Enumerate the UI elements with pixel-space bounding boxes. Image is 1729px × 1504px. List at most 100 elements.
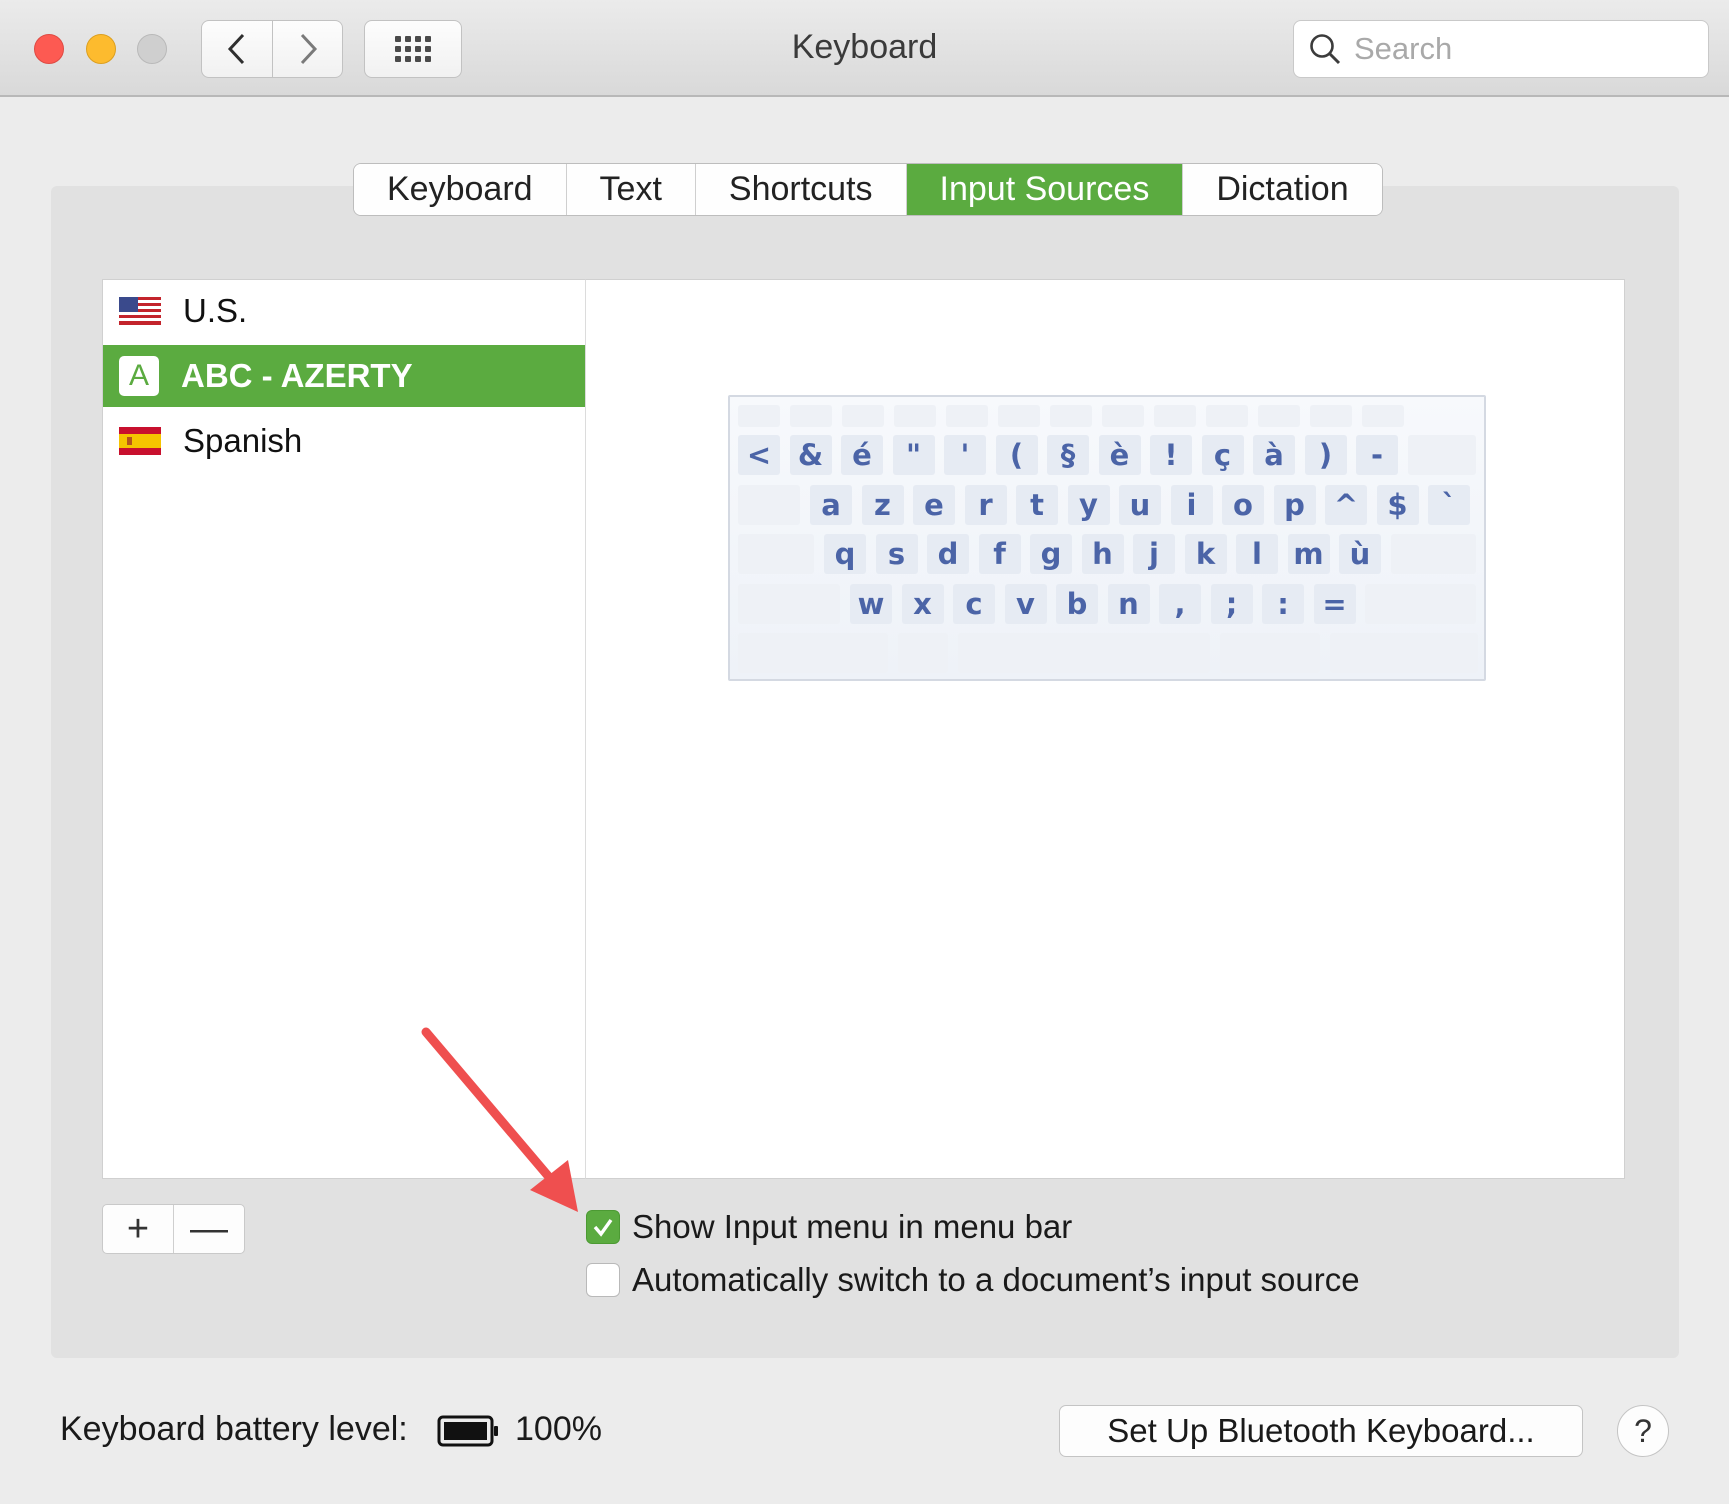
keyboard-key: l: [1236, 534, 1278, 574]
keyboard-key: =: [1313, 584, 1356, 624]
search-input[interactable]: [1354, 31, 1684, 67]
keyboard-key: ;: [1210, 584, 1253, 624]
spain-flag-icon: [119, 427, 161, 455]
keyboard-key: n: [1107, 584, 1150, 624]
keyboard-key: é: [841, 435, 883, 475]
blank-key: [1154, 405, 1196, 427]
blank-key: [1310, 405, 1352, 427]
keyboard-key: <: [738, 435, 780, 475]
battery-level-label: Keyboard battery level:: [60, 1410, 408, 1448]
auto-switch-option[interactable]: Automatically switch to a document’s inp…: [586, 1261, 1360, 1299]
input-source-abc-azerty[interactable]: A ABC - AZERTY: [103, 345, 585, 407]
keyboard-key: g: [1030, 534, 1072, 574]
keyboard-key: $: [1376, 485, 1419, 525]
blank-key: [1206, 405, 1248, 427]
modifier-key: [738, 584, 840, 624]
keyboard-key: i: [1170, 485, 1213, 525]
keyboard-key: h: [1081, 534, 1124, 574]
keyboard-key: c: [953, 584, 995, 624]
keyboard-key: z: [861, 485, 904, 525]
remove-input-source-button[interactable]: —: [174, 1205, 244, 1253]
show-input-menu-checkbox[interactable]: [586, 1210, 620, 1244]
show-input-menu-label: Show Input menu in menu bar: [632, 1208, 1073, 1245]
blank-key: [1330, 633, 1478, 673]
blank-key: [738, 633, 888, 673]
blank-key: [894, 405, 936, 427]
keyboard-key: s: [875, 534, 918, 574]
blank-key: [1102, 405, 1144, 427]
keyboard-key: k: [1184, 534, 1227, 574]
keyboard-key: t: [1016, 485, 1058, 525]
blank-key: [1258, 405, 1300, 427]
keyboard-key: o: [1222, 485, 1264, 525]
input-source-spanish[interactable]: Spanish: [103, 410, 585, 472]
keyboard-key: x: [901, 584, 944, 624]
modifier-key: [738, 534, 814, 574]
modifier-key: [1365, 584, 1476, 624]
keyboard-key: r: [964, 485, 1007, 525]
keyboard-key: ç: [1201, 435, 1244, 475]
blank-key: [790, 405, 832, 427]
keyboard-key: `: [1428, 485, 1470, 525]
red-arrow-annotation: [421, 1027, 578, 1212]
blank-key: [946, 405, 988, 427]
blank-key: [998, 405, 1040, 427]
blank-key: [898, 633, 948, 673]
keyboard-key: à: [1253, 435, 1295, 475]
auto-switch-label: Automatically switch to a document’s inp…: [632, 1261, 1360, 1298]
keyboard-key: u: [1119, 485, 1161, 525]
input-source-us[interactable]: U.S.: [103, 280, 585, 342]
keyboard-key: è: [1098, 435, 1141, 475]
keyboard-key: e: [913, 485, 955, 525]
auto-switch-checkbox[interactable]: [586, 1263, 620, 1297]
search-field[interactable]: [1293, 20, 1709, 78]
title-bar: Keyboard: [0, 0, 1729, 97]
input-source-label: U.S.: [183, 292, 248, 329]
set-up-bluetooth-keyboard-button[interactable]: Set Up Bluetooth Keyboard...: [1059, 1405, 1583, 1457]
tab-keyboard[interactable]: Keyboard: [354, 164, 567, 215]
show-input-menu-option[interactable]: Show Input menu in menu bar: [586, 1208, 1072, 1246]
modifier-key: [1390, 534, 1476, 574]
keyboard-key: d: [927, 534, 969, 574]
keyboard-preview-area: < & é " '(§ è! ç à) - a z e r t y u i o p ^ $ ` qsdfghjklmù …: [586, 279, 1625, 1179]
add-input-source-button[interactable]: +: [103, 1205, 174, 1253]
blank-key: [738, 405, 780, 427]
battery-level-value: 100%: [515, 1410, 602, 1448]
keyboard-key: w: [850, 584, 892, 624]
keyboard-key: f: [978, 534, 1021, 574]
keyboard-key: q: [824, 534, 866, 574]
keyboard-key: ): [1304, 435, 1347, 475]
tab-text[interactable]: Text: [566, 164, 696, 215]
blank-key: [1050, 405, 1092, 427]
modifier-key: [1407, 435, 1476, 475]
input-source-label: ABC - AZERTY: [181, 357, 413, 394]
us-flag-icon: [119, 297, 161, 325]
tab-shortcuts[interactable]: Shortcuts: [695, 164, 907, 215]
battery-icon: [437, 1415, 498, 1447]
add-remove-control: + —: [102, 1204, 245, 1254]
space-bar-key: [958, 633, 1210, 673]
keyboard-key: &: [789, 435, 832, 475]
tab-bar: Keyboard Text Shortcuts Input Sources Di…: [353, 163, 1383, 216]
help-button[interactable]: ?: [1617, 1405, 1669, 1457]
blank-key: [1220, 633, 1320, 673]
keyboard-key: (: [995, 435, 1038, 475]
keyboard-key: m: [1287, 534, 1330, 574]
keyboard-key: ': [944, 435, 986, 475]
keyboard-key: ^: [1325, 485, 1367, 525]
keyboard-key: v: [1004, 584, 1047, 624]
checkmark-icon: [593, 1219, 613, 1237]
keyboard-key: j: [1133, 534, 1175, 574]
keyboard-key: y: [1067, 485, 1110, 525]
keyboard-key: :: [1262, 584, 1304, 624]
keyboard-key: !: [1150, 435, 1192, 475]
keyboard-key: ù: [1339, 534, 1381, 574]
tab-dictation[interactable]: Dictation: [1183, 164, 1382, 215]
modifier-key: [738, 485, 800, 525]
tab-input-sources[interactable]: Input Sources: [906, 164, 1184, 215]
blank-key: [842, 405, 884, 427]
input-source-label: Spanish: [183, 422, 303, 459]
search-icon: [1310, 34, 1341, 65]
keyboard-key: -: [1356, 435, 1398, 475]
keyboard-key: ": [892, 435, 935, 475]
